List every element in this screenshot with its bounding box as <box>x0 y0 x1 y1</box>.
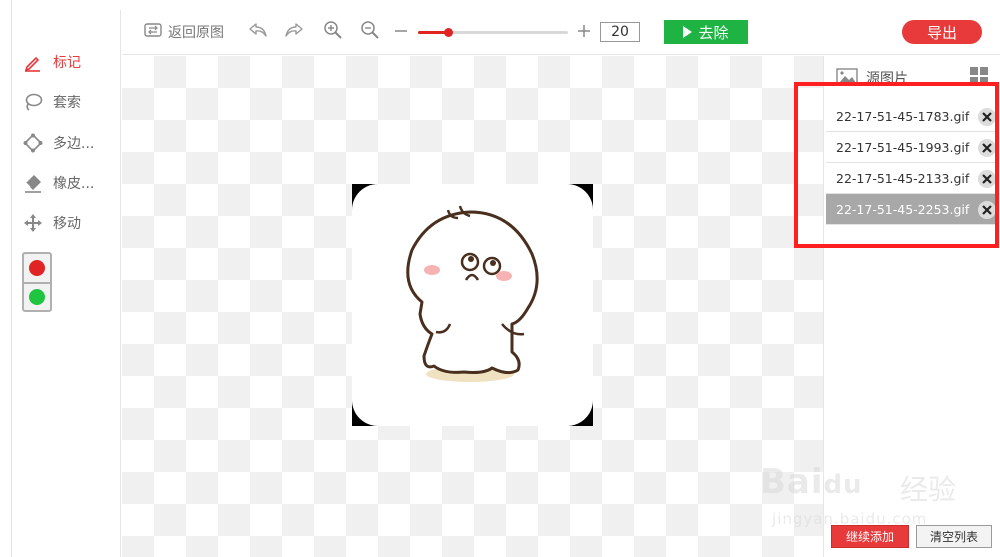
continue-add-button[interactable]: 继续添加 <box>831 525 909 548</box>
cartoon-character-image <box>406 205 539 382</box>
add-label: 继续添加 <box>845 530 894 544</box>
zoom-in-icon <box>323 20 343 44</box>
clear-list-button[interactable]: 清空列表 <box>916 525 992 548</box>
restore-icon <box>144 22 162 42</box>
slider-thumb[interactable] <box>444 28 453 37</box>
pencil-icon <box>22 51 44 73</box>
file-panel-header: 源图片 <box>824 56 1000 96</box>
move-icon <box>22 212 44 234</box>
file-item-selected[interactable]: 22-17-51-45-2253.gif <box>826 194 998 225</box>
close-icon[interactable] <box>978 108 996 126</box>
close-icon[interactable] <box>978 201 996 219</box>
brush-size-decrease-button[interactable] <box>394 21 408 43</box>
restore-original-button[interactable]: 返回原图 <box>144 21 224 43</box>
source-image <box>352 184 593 426</box>
file-panel: 源图片 22-17-51-45-1783.gif 22-17-51-45-199… <box>794 56 1000 557</box>
file-name: 22-17-51-45-2133.gif <box>836 170 970 186</box>
color-swatch-green[interactable] <box>24 282 50 310</box>
brush-size-increase-button[interactable] <box>577 21 591 43</box>
file-list: 22-17-51-45-1783.gif 22-17-51-45-1993.gi… <box>826 101 998 225</box>
tool-mark[interactable]: 标记 <box>22 50 81 74</box>
green-dot <box>29 289 45 305</box>
file-name: 22-17-51-45-1993.gif <box>836 139 970 155</box>
zoom-out-icon <box>360 20 380 44</box>
top-toolbar: 返回原图 20 去除 导出 <box>122 10 1000 55</box>
image-icon <box>836 68 858 90</box>
close-icon[interactable] <box>978 170 996 188</box>
polygon-icon <box>22 132 44 154</box>
file-panel-title: 源图片 <box>866 71 908 87</box>
tool-label: 标记 <box>53 55 81 71</box>
file-item[interactable]: 22-17-51-45-1993.gif <box>826 132 998 163</box>
window-top-edge <box>0 0 1000 10</box>
red-dot <box>29 260 45 276</box>
file-item[interactable]: 22-17-51-45-1783.gif <box>826 101 998 132</box>
undo-button[interactable] <box>248 21 268 43</box>
color-picker <box>22 252 52 312</box>
tool-lasso[interactable]: 套索 <box>22 90 81 114</box>
tool-label: 套索 <box>53 95 81 111</box>
redo-icon <box>284 21 304 43</box>
clear-label: 清空列表 <box>929 530 978 544</box>
app-window: 标记 套索 多边... 橡皮... 移动 返回原图 20 去除 导出 源图片 2… <box>0 0 1000 557</box>
file-name: 22-17-51-45-2253.gif <box>836 201 970 217</box>
tool-move[interactable]: 移动 <box>22 211 81 235</box>
zoom-in-button[interactable] <box>323 21 343 43</box>
file-name: 22-17-51-45-1783.gif <box>836 108 970 124</box>
remove-button[interactable]: 去除 <box>664 20 748 44</box>
minus-icon <box>394 23 408 42</box>
editing-canvas[interactable] <box>122 56 823 557</box>
undo-icon <box>248 21 268 43</box>
export-label: 导出 <box>926 23 957 42</box>
tool-eraser[interactable]: 橡皮... <box>22 171 94 195</box>
grid-view-icon[interactable] <box>969 66 989 90</box>
window-left-edge <box>0 0 12 557</box>
tool-polygon[interactable]: 多边... <box>22 131 94 155</box>
remove-label: 去除 <box>698 23 729 42</box>
restore-label: 返回原图 <box>168 25 224 41</box>
color-swatch-red[interactable] <box>24 254 50 282</box>
brush-size-slider[interactable] <box>418 28 568 37</box>
tool-label: 多边... <box>53 136 95 152</box>
lasso-icon <box>22 91 44 113</box>
zoom-out-button[interactable] <box>360 21 380 43</box>
play-icon <box>683 26 693 38</box>
export-button[interactable]: 导出 <box>902 20 982 44</box>
tool-label: 橡皮... <box>53 176 95 192</box>
plus-icon <box>577 23 591 42</box>
eraser-icon <box>22 172 44 194</box>
redo-button[interactable] <box>284 21 304 43</box>
tool-panel: 标记 套索 多边... 橡皮... 移动 <box>12 10 121 557</box>
tool-label: 移动 <box>53 216 81 232</box>
file-item[interactable]: 22-17-51-45-2133.gif <box>826 163 998 194</box>
close-icon[interactable] <box>978 139 996 157</box>
image-content <box>352 184 593 426</box>
brush-size-input[interactable]: 20 <box>600 22 640 42</box>
